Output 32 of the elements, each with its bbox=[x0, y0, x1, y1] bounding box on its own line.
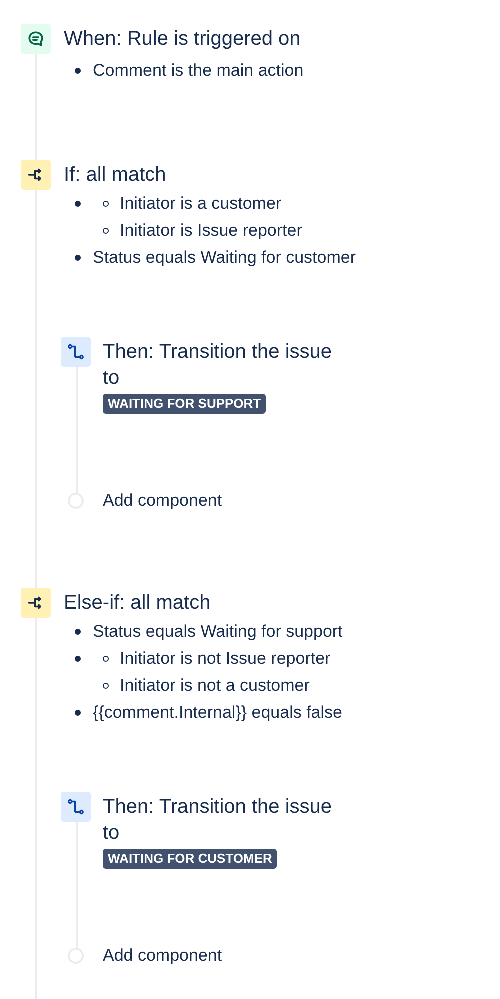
bullet-icon bbox=[103, 228, 109, 234]
component-title: When: Rule is triggered on bbox=[64, 27, 301, 52]
action-title: Then: Transition the issue to bbox=[103, 340, 334, 391]
condition-text: Comment is the main action bbox=[93, 60, 304, 82]
condition-text: Initiator is Issue reporter bbox=[120, 220, 302, 242]
condition-text: Initiator is not Issue reporter bbox=[120, 648, 331, 670]
bullet-icon bbox=[75, 710, 81, 716]
add-component-link[interactable]: Add component bbox=[103, 945, 222, 967]
condition-text: Initiator is a customer bbox=[120, 193, 282, 215]
condition-text: Status equals Waiting for customer bbox=[93, 247, 356, 269]
bullet-icon bbox=[75, 254, 81, 260]
bullet-icon bbox=[75, 656, 81, 662]
bullet-icon bbox=[75, 628, 81, 634]
action-title: Then: Transition the issue to bbox=[103, 795, 334, 846]
status-lozenge: WAITING FOR CUSTOMER bbox=[103, 849, 278, 869]
bullet-icon bbox=[75, 68, 81, 74]
bullet-icon bbox=[75, 200, 81, 206]
route-icon bbox=[61, 337, 91, 367]
branch-icon bbox=[21, 160, 51, 190]
bullet-icon bbox=[103, 656, 109, 662]
comment-icon bbox=[21, 24, 51, 54]
route-icon bbox=[61, 792, 91, 822]
add-component-link[interactable]: Add component bbox=[103, 490, 222, 512]
condition-text: Status equals Waiting for support bbox=[93, 621, 343, 643]
status-lozenge: WAITING FOR SUPPORT bbox=[103, 394, 266, 414]
condition-text: {{comment.Internal}} equals false bbox=[93, 702, 342, 724]
condition-text: Initiator is not a customer bbox=[120, 675, 310, 697]
bullet-icon bbox=[103, 682, 109, 688]
branch-icon bbox=[21, 588, 51, 618]
bullet-icon bbox=[103, 200, 109, 206]
component-title: If: all match bbox=[64, 163, 166, 188]
component-title: Else-if: all match bbox=[64, 591, 211, 616]
